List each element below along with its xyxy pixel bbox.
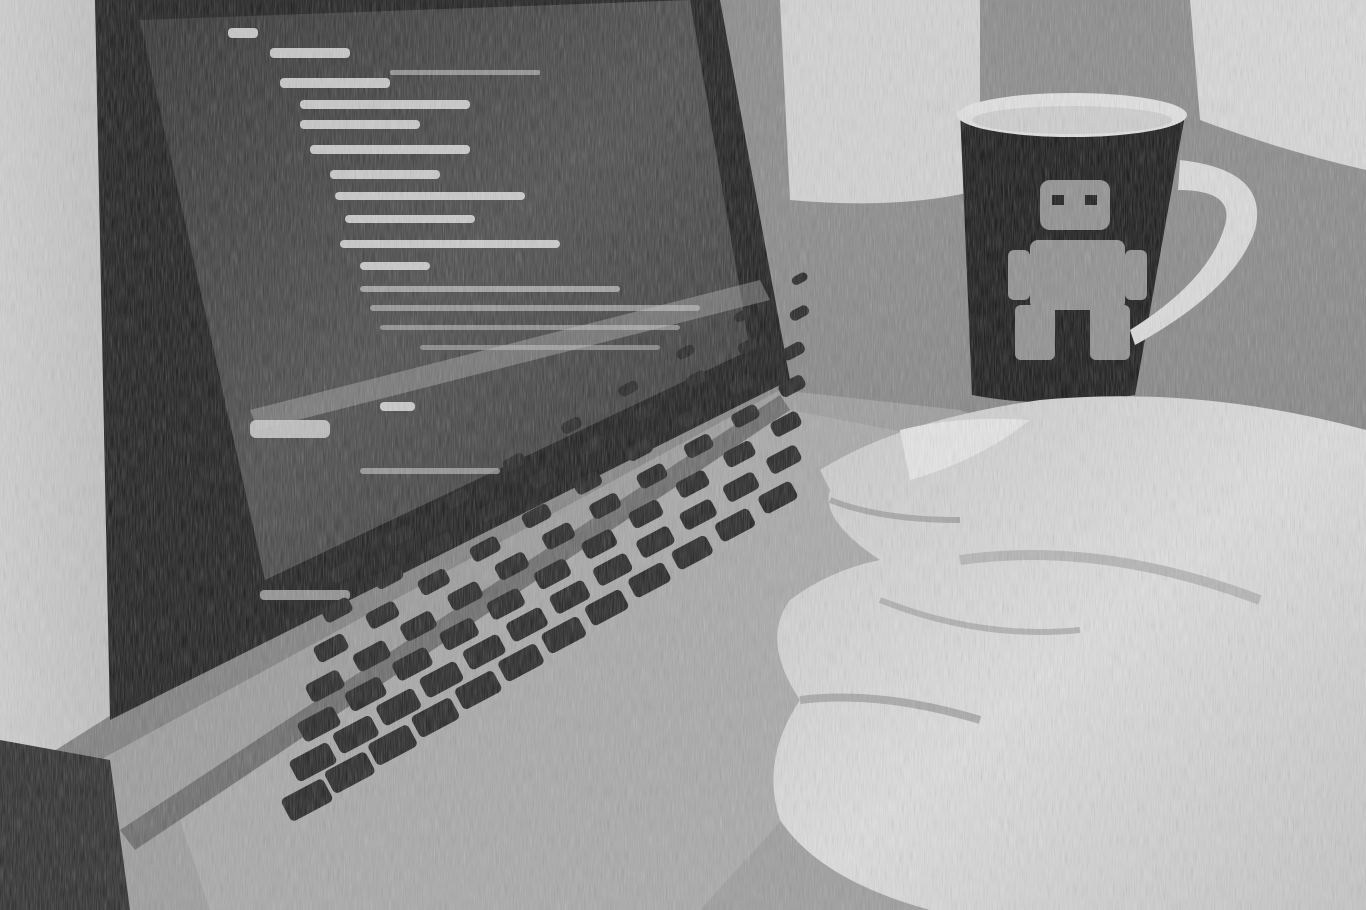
scene-drawing: [0, 0, 1366, 910]
photo-scene: [0, 0, 1366, 910]
grain-overlay: [0, 0, 1366, 910]
